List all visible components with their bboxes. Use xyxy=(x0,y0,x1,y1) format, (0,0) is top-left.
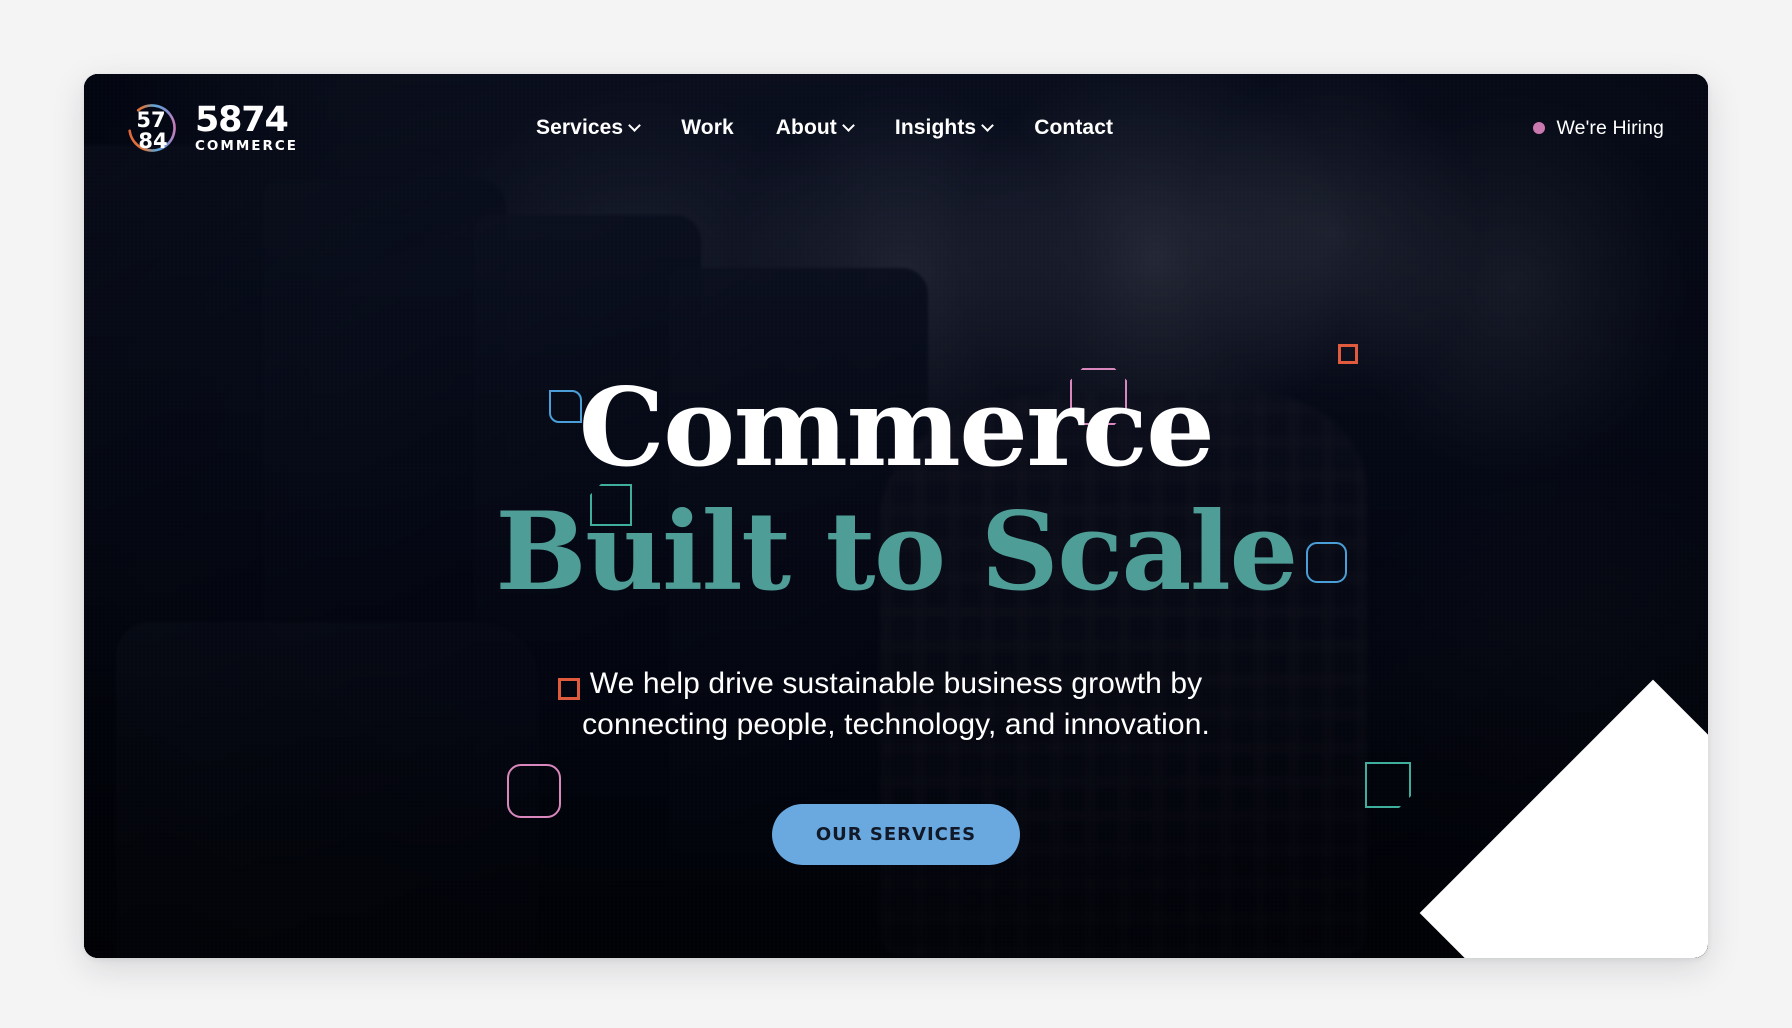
nav-label-services: Services xyxy=(536,116,624,139)
nav-item-services[interactable]: Services xyxy=(536,116,642,140)
chevron-down-icon xyxy=(842,118,855,132)
hero-headline-line-2: Built to Scale xyxy=(495,489,1298,615)
logo-subtitle: COMMERCE xyxy=(195,137,298,154)
nav-item-insights[interactable]: Insights xyxy=(894,116,995,140)
we-are-hiring-label: We're Hiring xyxy=(1556,116,1664,139)
site-header: 57 84 5874 COMMERCE Services Work About … xyxy=(84,74,1708,182)
status-dot-icon xyxy=(1533,122,1546,134)
nav-label-work: Work xyxy=(681,116,734,139)
primary-navigation: Services Work About Insights Contact xyxy=(536,116,1113,140)
svg-text:84: 84 xyxy=(138,129,167,153)
nav-label-contact: Contact xyxy=(1034,116,1114,139)
nav-label-insights: Insights xyxy=(894,116,977,139)
hero-content: Commerce Built to Scale We help drive su… xyxy=(84,374,1708,865)
nav-item-contact[interactable]: Contact xyxy=(1034,116,1113,140)
logo-wordmark: 5874 COMMERCE xyxy=(195,99,298,154)
nav-item-about[interactable]: About xyxy=(775,116,855,140)
decor-square-orange-top-right xyxy=(1338,344,1358,364)
logo-home-link[interactable]: 57 84 5874 COMMERCE xyxy=(122,98,298,158)
logo-number: 5874 xyxy=(195,99,289,140)
chevron-down-icon xyxy=(981,118,995,132)
hero-headline-line-1: Commerce xyxy=(578,365,1215,491)
our-services-button[interactable]: OUR SERVICES xyxy=(771,803,1021,865)
page-root: 57 84 5874 COMMERCE Services Work About … xyxy=(0,0,1792,1028)
chevron-down-icon xyxy=(628,118,642,132)
nav-label-about: About xyxy=(775,116,837,139)
logo-monogram-icon: 57 84 xyxy=(122,98,182,158)
hero-subheadline: We help drive sustainable business growt… xyxy=(582,667,1210,741)
hero-section: 57 84 5874 COMMERCE Services Work About … xyxy=(84,74,1708,958)
nav-item-work[interactable]: Work xyxy=(681,116,734,140)
we-are-hiring-link[interactable]: We're Hiring xyxy=(1533,117,1664,140)
